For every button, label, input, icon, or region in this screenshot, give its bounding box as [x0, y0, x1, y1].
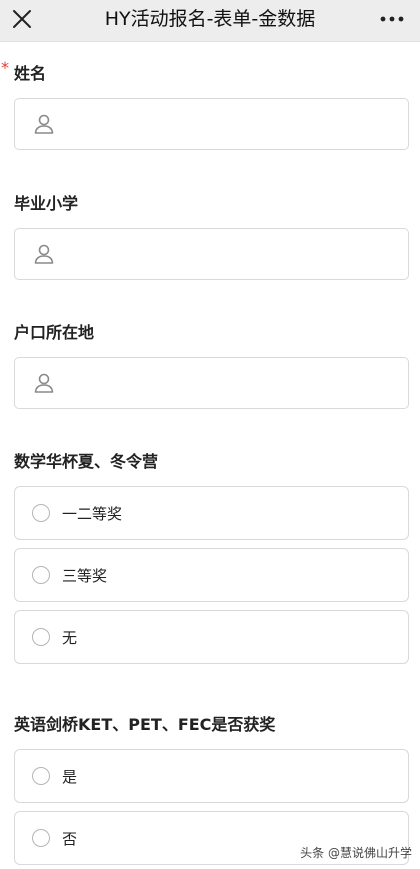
- name-input[interactable]: [14, 98, 409, 150]
- radio-circle-icon[interactable]: [32, 628, 50, 646]
- required-marker: *: [1, 58, 9, 77]
- household-registration-input[interactable]: [14, 357, 409, 409]
- page-title: HY活动报名-表单-金数据: [104, 8, 316, 30]
- field-label: * 姓名: [0, 58, 420, 84]
- primary-school-input[interactable]: [14, 228, 409, 280]
- field-primary-school: 毕业小学: [0, 190, 420, 214]
- close-icon: [13, 10, 31, 28]
- top-bar: HY活动报名-表单-金数据: [0, 0, 420, 42]
- field-name: * 姓名: [0, 58, 420, 84]
- radio-option-third-prize[interactable]: 三等奖: [14, 548, 409, 602]
- field-label-text: 毕业小学: [14, 194, 79, 213]
- field-household-registration: 户口所在地: [0, 319, 420, 343]
- radio-option-none[interactable]: 无: [14, 610, 409, 664]
- close-button[interactable]: [8, 5, 36, 33]
- more-button[interactable]: [374, 5, 410, 33]
- field-label-text: 英语剑桥KET、PET、FEC是否获奖: [14, 715, 276, 734]
- radio-option-yes[interactable]: 是: [14, 749, 409, 803]
- field-english-cambridge: 英语剑桥KET、PET、FEC是否获奖: [0, 711, 420, 735]
- person-icon: [33, 113, 55, 135]
- more-dots-icon: [380, 16, 404, 22]
- person-icon: [33, 243, 55, 265]
- person-icon: [33, 372, 55, 394]
- field-label-text: 姓名: [14, 64, 47, 83]
- radio-circle-icon[interactable]: [32, 504, 50, 522]
- watermark: 头条 @慧说佛山升学: [300, 846, 412, 860]
- option-label: 三等奖: [62, 566, 108, 585]
- radio-circle-icon[interactable]: [32, 767, 50, 785]
- radio-circle-icon[interactable]: [32, 566, 50, 584]
- field-label-text: 数学华杯夏、冬令营: [14, 452, 159, 471]
- option-label: 无: [62, 628, 78, 647]
- radio-circle-icon[interactable]: [32, 829, 50, 847]
- field-label: 户口所在地: [0, 319, 420, 343]
- option-label: 否: [62, 829, 78, 848]
- option-label: 一二等奖: [62, 504, 123, 523]
- radio-option-first-second-prize[interactable]: 一二等奖: [14, 486, 409, 540]
- field-label: 英语剑桥KET、PET、FEC是否获奖: [0, 711, 420, 735]
- field-label-text: 户口所在地: [14, 323, 95, 342]
- field-label: 数学华杯夏、冬令营: [0, 448, 420, 472]
- field-label: 毕业小学: [0, 190, 420, 214]
- field-math-camp: 数学华杯夏、冬令营: [0, 448, 420, 472]
- option-label: 是: [62, 767, 78, 786]
